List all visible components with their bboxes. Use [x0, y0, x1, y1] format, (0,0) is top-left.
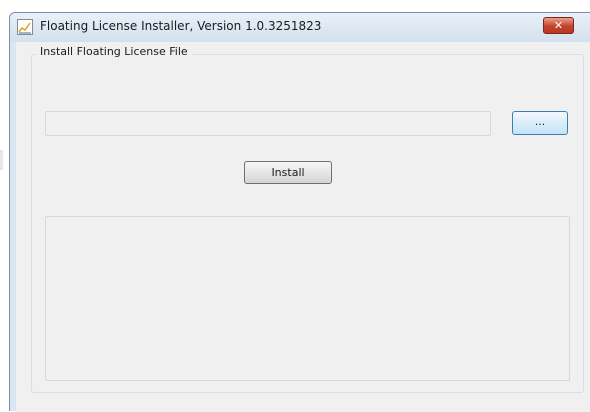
installer-window: Floating License Installer, Version 1.0.…: [9, 12, 590, 412]
group-label: Install Floating License File: [36, 45, 192, 58]
title-bar[interactable]: Floating License Installer, Version 1.0.…: [10, 13, 590, 42]
close-button[interactable]: ✕: [543, 17, 574, 34]
output-log-area[interactable]: [45, 216, 570, 381]
chart-icon: [17, 19, 33, 35]
browse-button[interactable]: ...: [512, 111, 568, 135]
background-edge: [0, 150, 3, 170]
license-file-path-field[interactable]: [45, 111, 491, 136]
client-area: Install Floating License File ... Instal…: [16, 42, 590, 412]
window-title: Floating License Installer, Version 1.0.…: [40, 19, 322, 33]
install-button[interactable]: Install: [244, 161, 332, 184]
close-icon: ✕: [553, 19, 564, 32]
